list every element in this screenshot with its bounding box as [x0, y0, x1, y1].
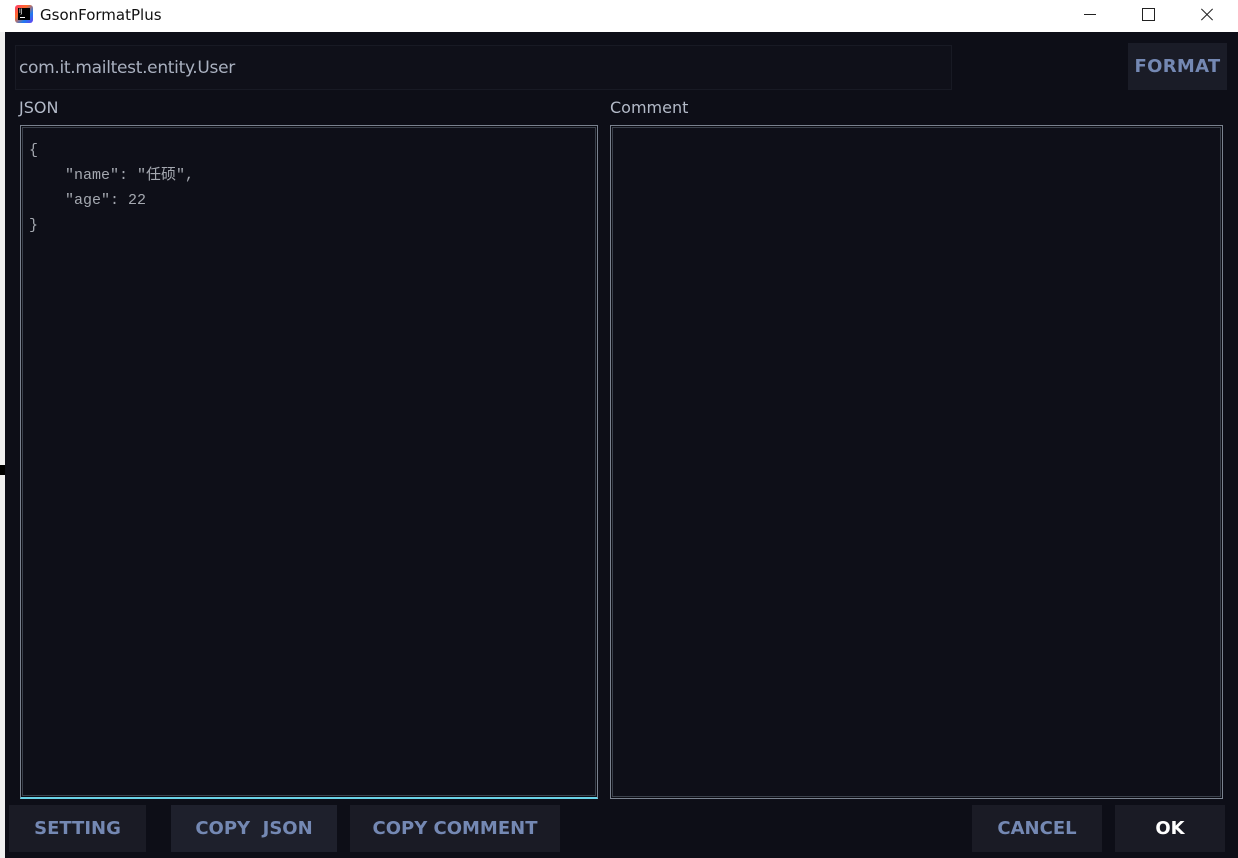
- format-button[interactable]: FORMAT: [1128, 43, 1227, 90]
- intellij-icon: IJ: [15, 5, 33, 23]
- code-line: "name": "任硕",: [29, 167, 195, 184]
- class-name-input[interactable]: com.it.mailtest.entity.User: [15, 45, 952, 90]
- setting-button[interactable]: SETTING: [9, 805, 146, 852]
- close-button[interactable]: [1183, 0, 1229, 30]
- comment-editor[interactable]: [610, 125, 1223, 799]
- comment-label: Comment: [610, 98, 689, 117]
- minimize-button[interactable]: [1067, 0, 1113, 30]
- ok-button[interactable]: OK: [1115, 805, 1225, 852]
- copy-comment-button[interactable]: COPY COMMENT: [350, 805, 560, 852]
- cancel-button[interactable]: CANCEL: [972, 805, 1102, 852]
- code-line: "age": 22: [29, 192, 147, 209]
- title-bar: IJ GsonFormatPlus: [0, 0, 1238, 32]
- json-editor[interactable]: { "name": "任硕", "age": 22}: [20, 125, 598, 799]
- window-title: GsonFormatPlus: [40, 6, 162, 24]
- dialog-body: com.it.mailtest.entity.User FORMAT JSON …: [5, 32, 1238, 858]
- code-line: }: [29, 217, 39, 234]
- json-code: { "name": "任硕", "age": 22}: [29, 138, 194, 238]
- code-line: {: [29, 142, 39, 159]
- json-label: JSON: [19, 98, 59, 117]
- maximize-button[interactable]: [1125, 0, 1171, 30]
- copy-json-button[interactable]: COPY JSON: [171, 805, 337, 852]
